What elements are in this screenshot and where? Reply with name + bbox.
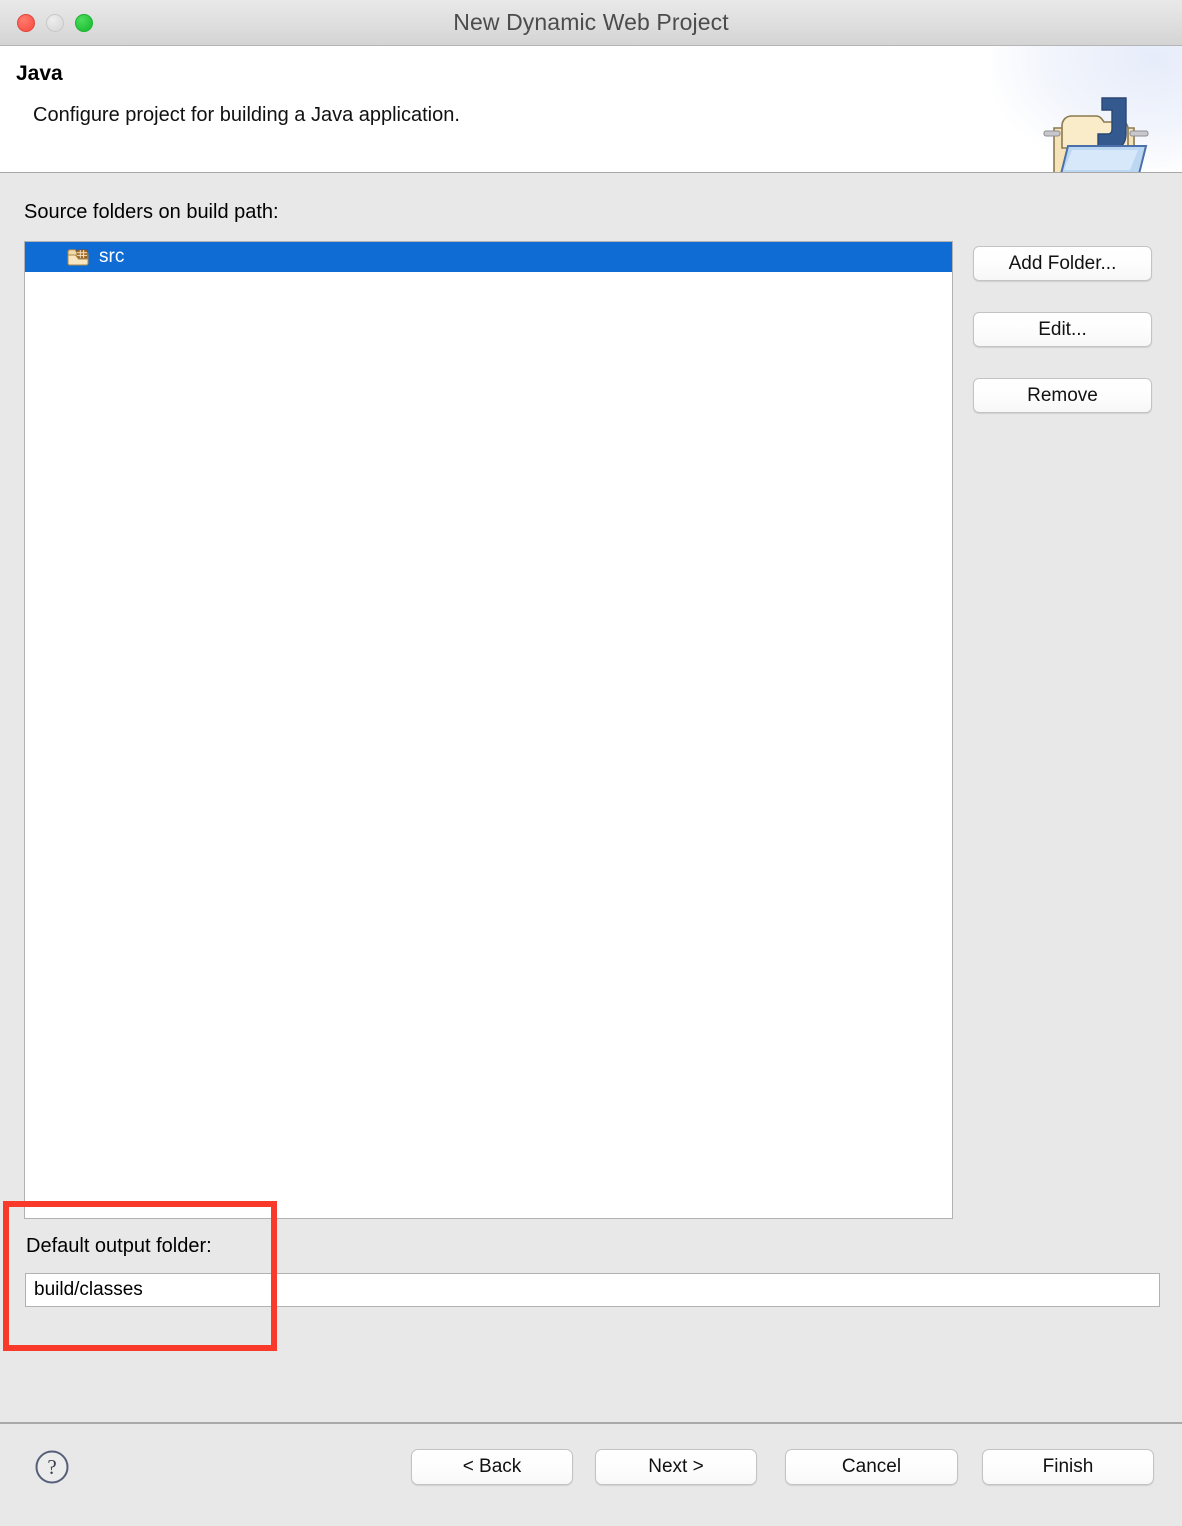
new-dynamic-web-project-dialog: New Dynamic Web Project Java Configure p… [0,0,1182,1526]
help-question-icon[interactable]: ? [34,1449,70,1485]
source-folders-list[interactable]: src [24,241,953,1219]
source-folder-icon [67,249,89,266]
cancel-button[interactable]: Cancel [785,1449,958,1485]
wizard-footer: ? < Back Next > Cancel Finish [0,1424,1182,1526]
edit-button[interactable]: Edit... [973,312,1152,347]
list-item[interactable]: src [25,242,952,272]
wizard-body: Source folders on build path: src Add Fo… [0,173,1182,1423]
source-folders-label: Source folders on build path: [24,201,279,223]
back-button[interactable]: < Back [411,1449,573,1485]
remove-button[interactable]: Remove [973,378,1152,413]
finish-button[interactable]: Finish [982,1449,1154,1485]
default-output-folder-input[interactable] [25,1273,1160,1307]
java-folder-wizard-icon [1043,97,1149,172]
default-output-folder-label: Default output folder: [26,1235,212,1257]
next-button[interactable]: Next > [595,1449,757,1485]
title-bar: New Dynamic Web Project [0,0,1182,46]
list-item-label: src [99,246,125,267]
page-description: Configure project for building a Java ap… [33,104,460,126]
svg-text:?: ? [47,1455,56,1479]
add-folder-button[interactable]: Add Folder... [973,246,1152,281]
window-title: New Dynamic Web Project [453,9,729,35]
wizard-header: Java Configure project for building a Ja… [0,46,1182,173]
page-title: Java [16,62,63,85]
